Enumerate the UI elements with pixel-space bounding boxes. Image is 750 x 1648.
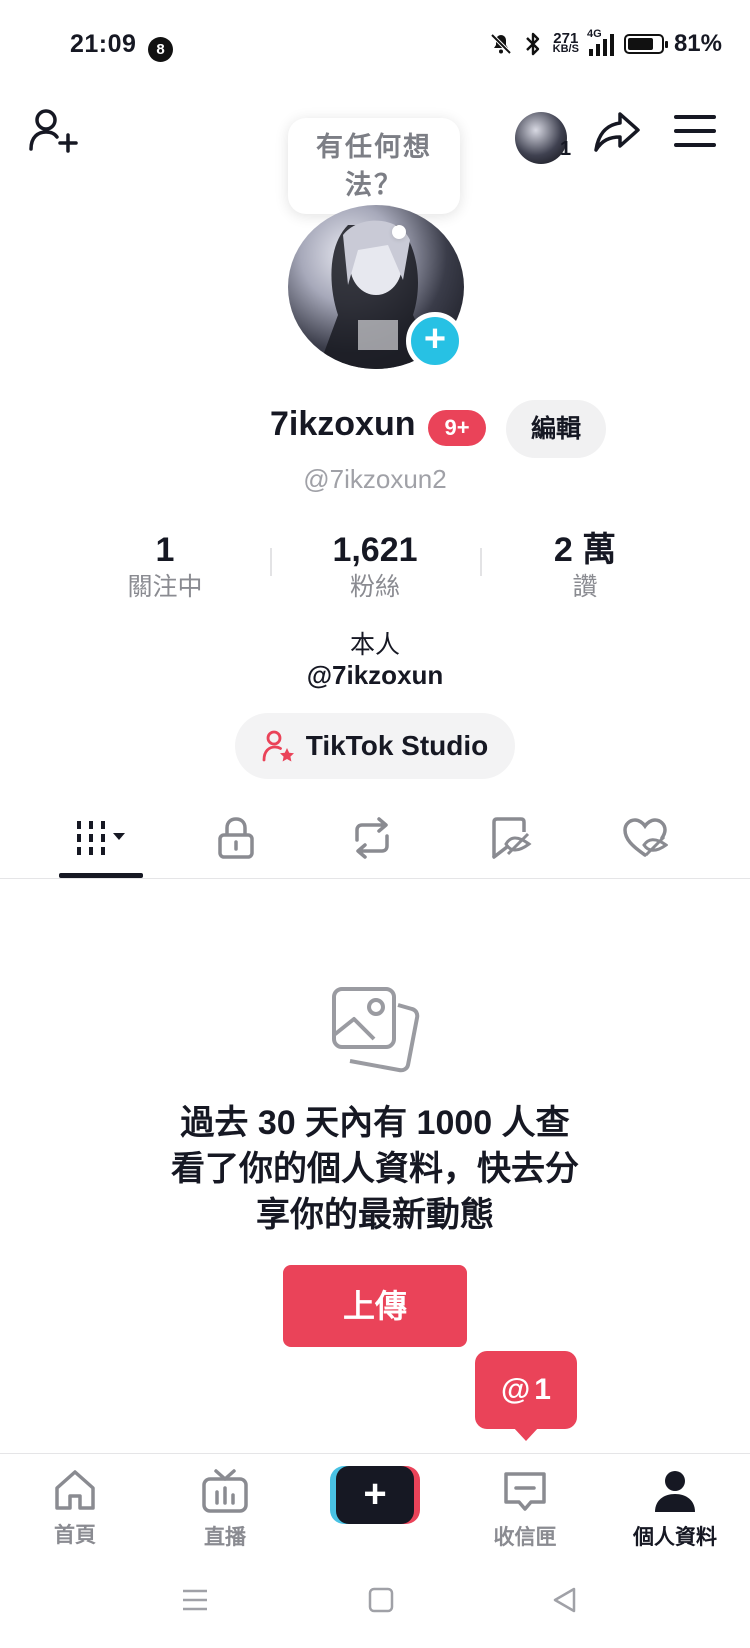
profile-icon [655, 1471, 695, 1512]
system-menu-icon[interactable] [180, 1585, 210, 1615]
notification-badge[interactable]: 9+ [428, 410, 486, 446]
tab-reposts[interactable] [312, 808, 432, 868]
tabs-divider [0, 878, 750, 879]
tooltip-line-2: 法？ [345, 170, 403, 200]
nav-profile[interactable]: 個人資料 [615, 1468, 735, 1551]
empty-state-line-1: 過去 30 天內有 1000 人查 [180, 1104, 570, 1142]
menu-icon[interactable] [674, 113, 716, 149]
following-count: 1 [155, 531, 175, 569]
image-gallery-icon [332, 987, 420, 1073]
nav-profile-label: 個人資料 [633, 1526, 717, 1549]
bottom-nav-divider [0, 1453, 750, 1454]
tab-liked[interactable] [585, 808, 705, 868]
tab-favorites[interactable] [450, 808, 570, 868]
notification-count-badge: 8 [148, 37, 173, 62]
network-speed: 271 KB/S [552, 30, 579, 55]
add-story-button[interactable]: + [406, 312, 464, 370]
stat-followers[interactable]: 1,621 粉絲 [270, 530, 480, 604]
account-count: 1 [560, 138, 572, 160]
following-label: 關注中 [127, 573, 203, 601]
mention-symbol: @ [501, 1373, 531, 1406]
followers-count: 1,621 [332, 531, 418, 569]
bio-line-1: 本人 [349, 631, 400, 659]
repost-icon [355, 817, 389, 859]
tooltip-pointer [392, 225, 406, 239]
username: 7ikzoxun [270, 405, 416, 443]
studio-label: TikTok Studio [305, 730, 489, 761]
share-icon[interactable] [592, 108, 642, 156]
nav-inbox[interactable]: 收信匣 [465, 1468, 585, 1551]
empty-state-line-2: 看了你的個人資料，快去分 [171, 1150, 579, 1188]
user-handle: @7ikzoxun2 [303, 464, 447, 494]
mute-icon [490, 33, 512, 55]
nav-live[interactable]: 直播 [165, 1468, 285, 1551]
empty-state-message: 過去 30 天內有 1000 人查 看了你的個人資料，快去分 享你的最新動態 [0, 1100, 750, 1238]
battery-percent: 81% [673, 30, 722, 57]
status-time: 21:09 [70, 30, 137, 58]
likes-count: 2 萬 [553, 531, 617, 569]
favorites-icon [492, 817, 532, 859]
nav-home-label: 首頁 [54, 1524, 96, 1547]
live-tv-icon [202, 1469, 248, 1513]
mention-count: 1 [534, 1373, 551, 1406]
tiktok-studio-button[interactable]: TikTok Studio [235, 713, 515, 779]
add-friend-icon[interactable] [28, 105, 78, 155]
home-icon [55, 1470, 95, 1510]
plus-icon: + [336, 1466, 414, 1524]
likes-label: 讚 [572, 573, 598, 601]
system-home-icon[interactable] [366, 1585, 396, 1615]
liked-icon [623, 818, 668, 857]
bubble-tail [513, 1427, 539, 1441]
edit-profile-button[interactable]: 編輯 [506, 400, 606, 458]
grid-videos-icon [77, 821, 125, 855]
system-back-icon[interactable] [550, 1585, 580, 1615]
thoughts-tooltip[interactable]: 有任何想 法？ [288, 118, 460, 214]
create-button[interactable]: + [330, 1466, 420, 1524]
creator-star-icon [262, 730, 294, 762]
followers-label: 粉絲 [349, 573, 400, 601]
tab-private[interactable] [176, 808, 296, 868]
empty-state-line-3: 享你的最新動態 [256, 1196, 494, 1234]
stat-likes[interactable]: 2 萬 讚 [480, 530, 690, 604]
lock-icon [218, 817, 254, 859]
upload-button[interactable]: 上傳 [283, 1265, 467, 1347]
tooltip-line-1: 有任何想 [316, 132, 432, 162]
battery-icon [623, 34, 668, 54]
status-icons: 271 KB/S 4G 81% [489, 28, 722, 58]
signal-icon: 4G [587, 28, 614, 56]
inbox-icon [504, 1472, 546, 1511]
mention-notification-bubble[interactable]: @ 1 [475, 1351, 577, 1429]
stat-following[interactable]: 1 關注中 [60, 530, 270, 604]
nav-inbox-label: 收信匣 [493, 1526, 557, 1549]
nav-live-label: 直播 [204, 1526, 246, 1549]
nav-home[interactable]: 首頁 [15, 1468, 135, 1549]
tab-videos[interactable] [41, 808, 161, 868]
bio-mention[interactable]: @7ikzoxun [0, 660, 750, 691]
bluetooth-icon [525, 32, 539, 56]
